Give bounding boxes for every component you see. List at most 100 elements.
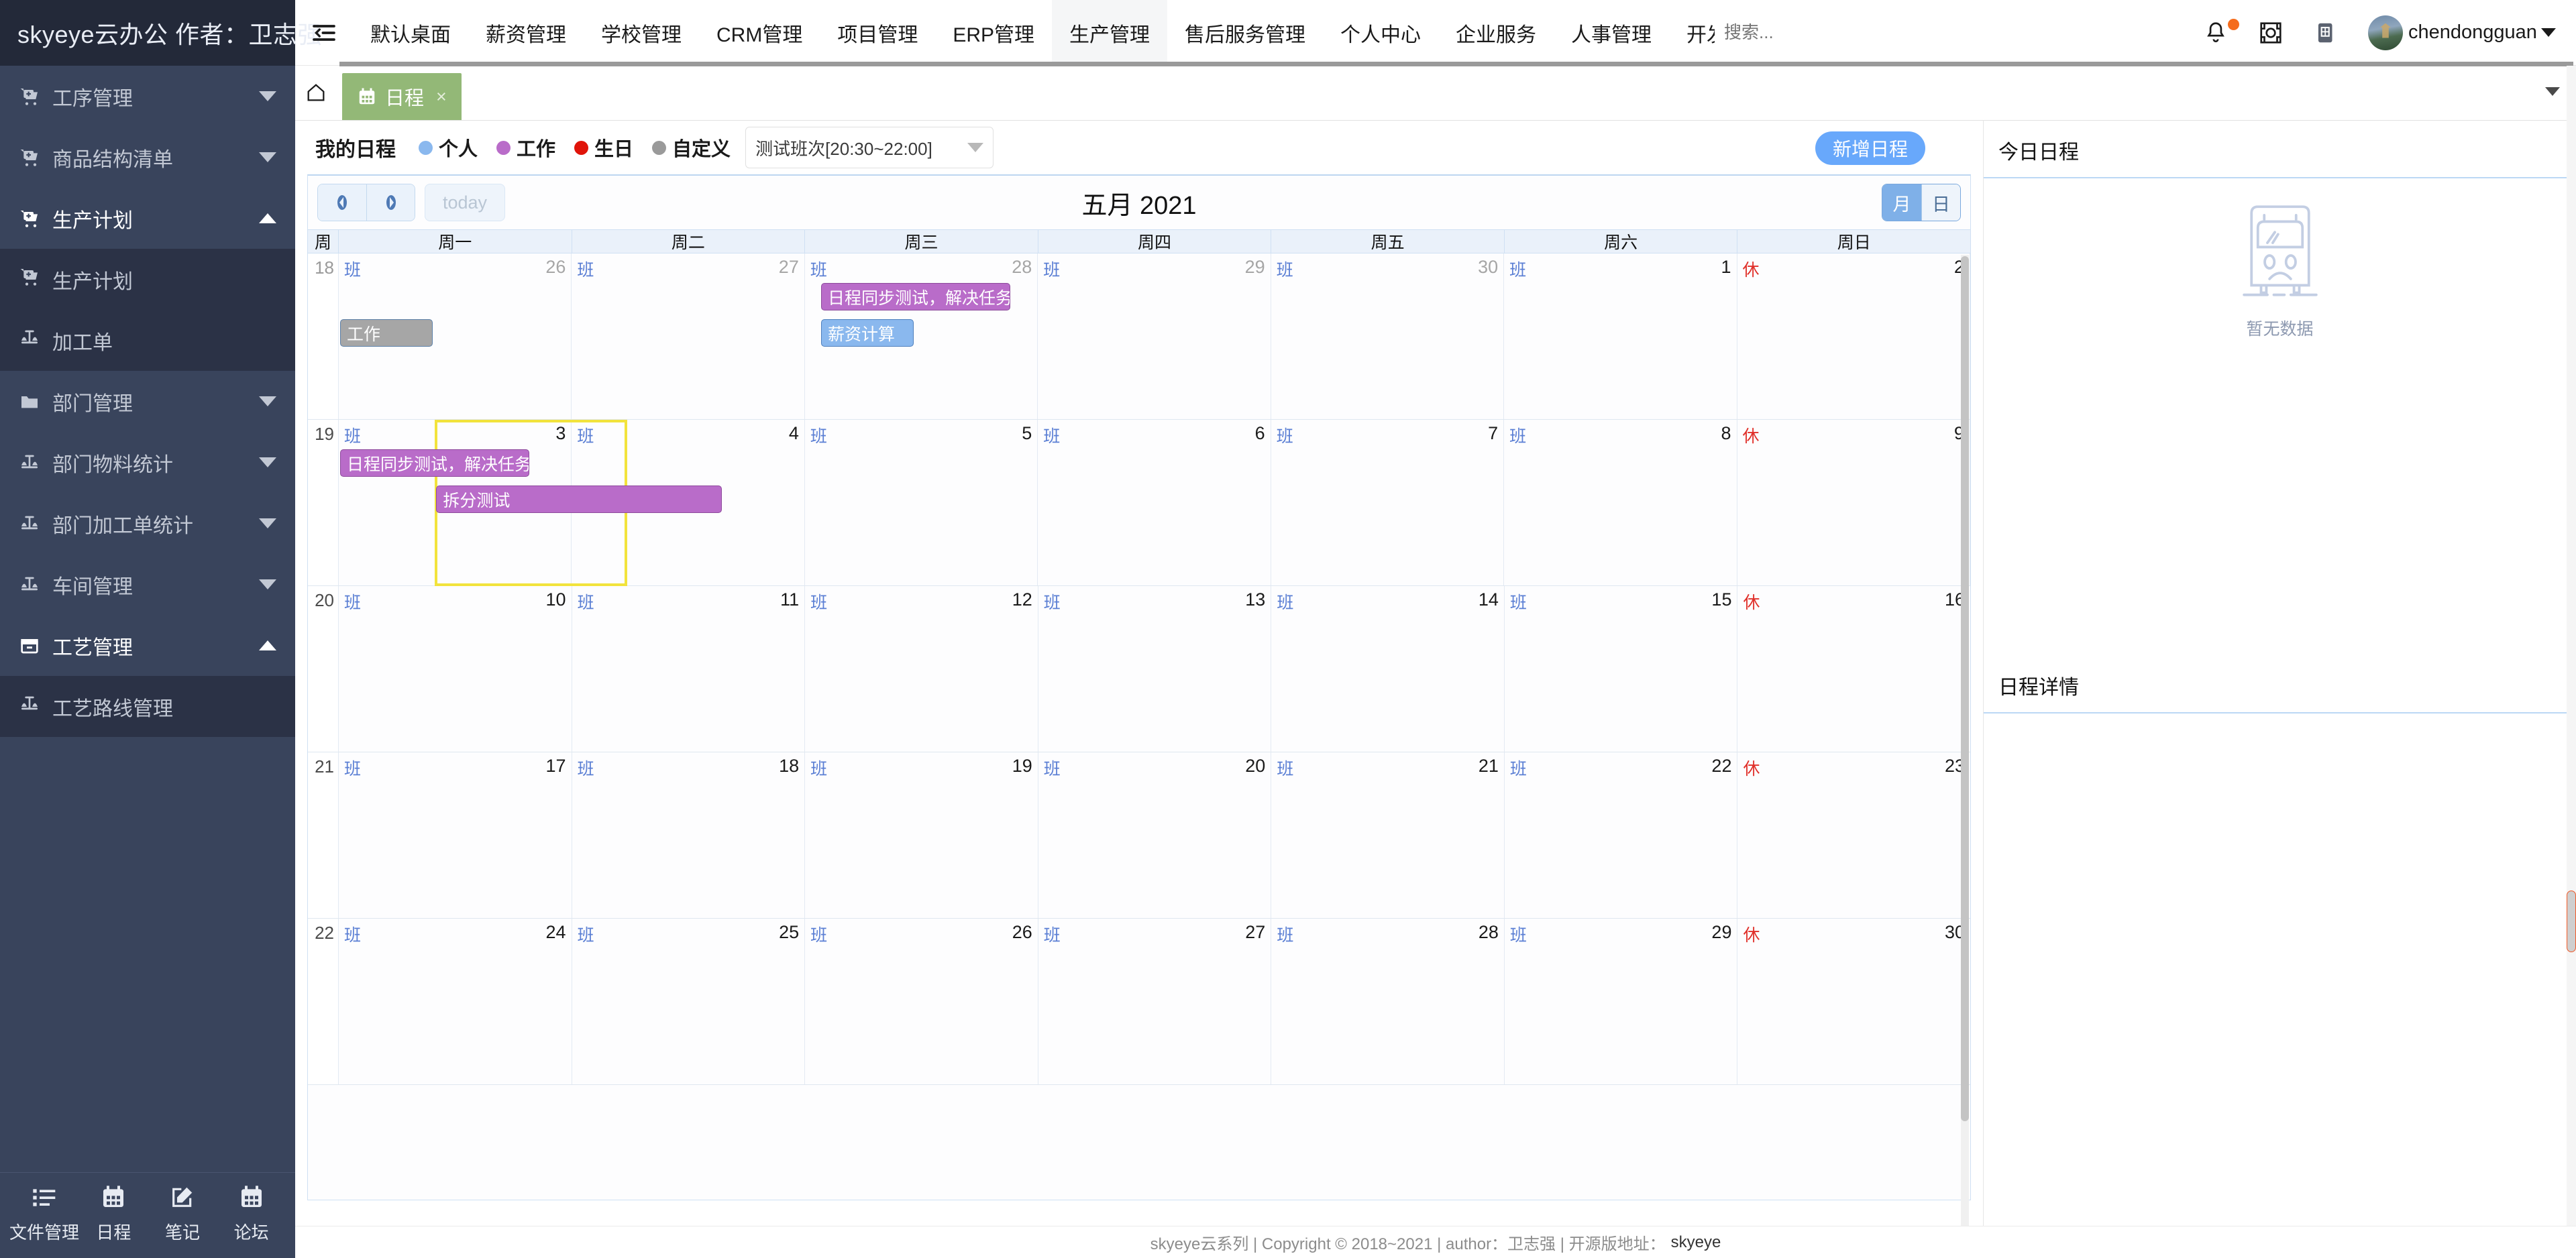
calendar-day-cell[interactable]: 班 26	[805, 919, 1038, 1084]
day-shift-mark: 班	[810, 926, 828, 945]
topnav-item-5[interactable]: ERP管理	[935, 0, 1052, 65]
calendar-day-cell[interactable]: 班 18	[572, 752, 806, 918]
calendar-day-cell[interactable]: 班 21	[1271, 752, 1505, 918]
calendar-day-cell[interactable]: 班6	[1038, 420, 1271, 585]
calendar-day-cell[interactable]: 休2	[1737, 253, 1970, 419]
shift-select[interactable]: 测试班次[20:30~22:00]	[745, 127, 994, 168]
scale-icon	[19, 574, 48, 595]
sidebar-action-3[interactable]: 论坛	[217, 1184, 286, 1244]
calendar-day-cell[interactable]: 休 30	[1737, 919, 1971, 1084]
calendar-day-cell[interactable]: 班 27	[572, 253, 805, 419]
user-menu[interactable]: chendongguang	[2368, 15, 2556, 50]
footer-link[interactable]: skyeye	[1671, 1233, 1721, 1252]
day-shift-mark: 班	[344, 760, 362, 779]
sidebar-item-0[interactable]: 工序管理	[0, 66, 295, 127]
sidebar-item-5[interactable]: 部门管理	[0, 371, 295, 432]
calendar-day-cell[interactable]: 班 19	[805, 752, 1038, 918]
language-icon[interactable]	[2313, 20, 2339, 46]
search-box[interactable]	[1724, 0, 1878, 65]
calendar-next-button[interactable]	[366, 184, 415, 221]
sidebar-item-8[interactable]: 车间管理	[0, 554, 295, 615]
topnav-item-9[interactable]: 企业服务	[1438, 0, 1554, 65]
topnav-item-4[interactable]: 项目管理	[820, 0, 935, 65]
calendar-prev-button[interactable]	[318, 184, 366, 221]
calendar-day-cell[interactable]: 班 22	[1504, 752, 1738, 918]
topnav-item-6[interactable]: 生产管理	[1052, 0, 1168, 65]
sidebar-item-3[interactable]: 生产计划	[0, 249, 295, 310]
calendar-day-cell[interactable]: 休9	[1737, 420, 1970, 585]
sidebar-item-4[interactable]: 加工单	[0, 310, 295, 371]
tabstrip-scrollbar[interactable]	[339, 62, 2573, 66]
sidebar-item-7[interactable]: 部门加工单统计	[0, 493, 295, 554]
day-number: 4	[788, 423, 799, 443]
calendar-day-cell[interactable]: 班8	[1504, 420, 1737, 585]
topnav-item-3[interactable]: CRM管理	[699, 0, 820, 65]
legend-item-0[interactable]: 个人	[419, 133, 478, 162]
topnav-item-8[interactable]: 个人中心	[1323, 0, 1438, 65]
calendar-view-日[interactable]: 日	[1921, 184, 1960, 221]
calendar-day-cell[interactable]: 班1	[1504, 253, 1737, 419]
calendar-day-cell[interactable]: 班 28	[1271, 919, 1505, 1084]
scale-icon	[19, 513, 48, 534]
calendar-day-cell[interactable]: 班 24	[339, 919, 572, 1084]
topnav-item-7[interactable]: 售后服务管理	[1167, 0, 1323, 65]
topnav-item-11[interactable]: 开发者桌面	[1669, 0, 1715, 65]
calendar-day-cell[interactable]: 班 27	[1038, 919, 1272, 1084]
calendar-day-cell[interactable]: 班 11	[572, 586, 806, 752]
calendar-day-cell[interactable]: 班7	[1271, 420, 1505, 585]
calendar-day-cell[interactable]: 班 14	[1271, 586, 1505, 752]
calendar-event[interactable]: 日程同步测试，解决任务新问题	[340, 449, 529, 477]
tab-schedule[interactable]: 日程 ×	[342, 73, 462, 120]
calendar-day-cell[interactable]: 班 25	[572, 919, 806, 1084]
calendar-day-cell[interactable]: 班 30	[1271, 253, 1505, 419]
topnav-item-2[interactable]: 学校管理	[584, 0, 699, 65]
topnav-item-10[interactable]: 人事管理	[1554, 0, 1669, 65]
sidebar-item-label: 加工单	[52, 331, 113, 354]
sidebar-action-1[interactable]: 日程	[79, 1184, 148, 1244]
calendar-day-cell[interactable]: 班 29	[1038, 253, 1271, 419]
topnav-item-1[interactable]: 薪资管理	[468, 0, 584, 65]
legend-item-3[interactable]: 自定义	[652, 133, 731, 162]
day-shift-mark: 班	[810, 593, 828, 612]
search-input[interactable]	[1724, 22, 1878, 43]
bell-icon[interactable]	[2203, 18, 2239, 46]
empty-state-label: 暂无数据	[2246, 320, 2314, 339]
menu-collapse-icon[interactable]	[295, 0, 353, 65]
home-icon[interactable]	[295, 65, 337, 120]
legend-item-2[interactable]: 生日	[574, 133, 633, 162]
calendar-day-cell[interactable]: 班5	[804, 420, 1038, 585]
page-scrollbar-thumb[interactable]	[2567, 891, 2576, 952]
calendar-scrollbar-thumb[interactable]	[1961, 256, 1969, 1121]
sidebar-item-6[interactable]: 部门物料统计	[0, 432, 295, 493]
calendar-day-cell[interactable]: 班 29	[1504, 919, 1738, 1084]
calendar-day-cell[interactable]: 班 15	[1504, 586, 1738, 752]
calendar-scrollbar[interactable]	[1961, 255, 1969, 1258]
calendar-event[interactable]: 拆分测试	[436, 485, 722, 513]
calendar-event[interactable]: 薪资计算	[821, 319, 914, 347]
calendar-view-月[interactable]: 月	[1882, 184, 1921, 221]
close-icon[interactable]: ×	[436, 87, 447, 107]
calendar-event[interactable]: 工作	[340, 319, 433, 347]
calendar-day-cell[interactable]: 休 16	[1737, 586, 1971, 752]
calendar-day-cell[interactable]: 班 12	[805, 586, 1038, 752]
calendar-today-button[interactable]: today	[425, 184, 506, 221]
calendar-day-cell[interactable]: 班 13	[1038, 586, 1272, 752]
calendar-day-cell[interactable]: 休 23	[1737, 752, 1971, 918]
add-schedule-button[interactable]: 新增日程	[1815, 131, 1925, 165]
topnav-item-0[interactable]: 默认桌面	[353, 0, 468, 65]
sidebar-item-1[interactable]: 商品结构清单	[0, 127, 295, 188]
day-shift-mark: 班	[577, 261, 594, 280]
sidebar-action-0[interactable]: 文件管理	[9, 1184, 79, 1244]
sidebar-item-10[interactable]: 工艺路线管理	[0, 676, 295, 737]
sidebar-item-9[interactable]: 工艺管理	[0, 615, 295, 676]
calendar-day-cell[interactable]: 班 10	[339, 586, 572, 752]
calendar-day-cell[interactable]: 班 17	[339, 752, 572, 918]
fullscreen-icon[interactable]	[2258, 20, 2284, 46]
legend-item-1[interactable]: 工作	[496, 133, 555, 162]
page-scrollbar[interactable]	[2567, 66, 2576, 1258]
sidebar-item-2[interactable]: 生产计划	[0, 188, 295, 249]
calendar-day-cell[interactable]: 班 20	[1038, 752, 1272, 918]
calendar-event[interactable]: 日程同步测试，解决任务新问题	[821, 283, 1010, 310]
sidebar-action-2[interactable]: 笔记	[148, 1184, 217, 1244]
day-number: 30	[1478, 257, 1499, 277]
